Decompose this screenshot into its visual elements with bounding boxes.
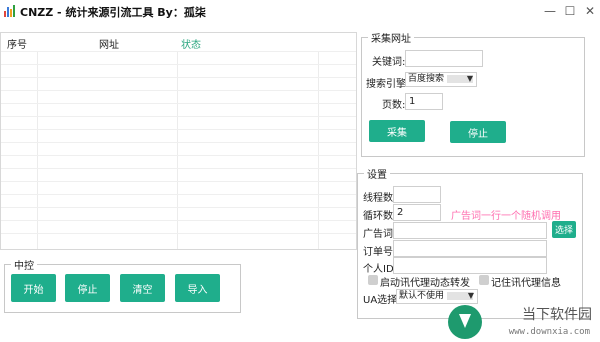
column-header-url[interactable]: 网址 [99, 36, 119, 51]
order-label: 订单号: [363, 247, 397, 258]
title-bar: CNZZ - 统计来源引流工具 By：孤柒 — ☐ ✕ [0, 0, 600, 22]
order-input[interactable] [393, 240, 547, 257]
chevron-down-icon: ▼ [466, 74, 473, 83]
window-title: CNZZ - 统计来源引流工具 By：孤柒 [20, 6, 206, 19]
personal-id-label: 个人ID: [363, 264, 398, 275]
row-divider [1, 220, 356, 221]
threads-input[interactable] [393, 186, 441, 203]
row-divider [1, 64, 356, 65]
row-divider [1, 181, 356, 182]
threads-label: 线程数: [363, 193, 397, 204]
engine-select-value: 百度搜索 [408, 74, 445, 84]
row-divider [1, 129, 356, 130]
collect-group-title: 采集网址 [371, 34, 411, 45]
row-divider [1, 155, 356, 156]
personal-id-input[interactable] [393, 257, 547, 274]
keyword-label: 关键词: [372, 57, 406, 68]
engine-label: 搜索引擎: [366, 79, 410, 90]
row-divider [1, 168, 356, 169]
collect-button[interactable]: 采集 [369, 120, 425, 142]
row-divider [1, 233, 356, 234]
row-divider [1, 207, 356, 208]
ad-input[interactable] [393, 222, 547, 239]
download-logo-icon [448, 305, 482, 339]
proxy-forward-checkbox[interactable] [368, 275, 378, 285]
close-button[interactable]: ✕ [582, 3, 598, 19]
clear-button[interactable]: 清空 [120, 274, 165, 302]
watermark-url: www.downxia.com [508, 327, 590, 337]
ua-select-value: 默认不使用 [399, 291, 445, 301]
remember-proxy-checkbox[interactable] [479, 275, 489, 285]
bar-chart-icon [4, 5, 16, 17]
row-divider [1, 90, 356, 91]
app-window: CNZZ - 统计来源引流工具 By：孤柒 — ☐ ✕ 序号 网址 状态 采集网… [0, 0, 600, 342]
watermark-brand: 当下软件园 [522, 307, 592, 323]
row-divider [1, 194, 356, 195]
ua-label: UA选择: [363, 295, 401, 306]
import-button[interactable]: 导入 [175, 274, 220, 302]
row-divider [1, 51, 356, 52]
settings-group-title: 设置 [367, 170, 387, 181]
chevron-down-icon: ▼ [467, 291, 474, 300]
column-header-index[interactable]: 序号 [7, 36, 27, 51]
pages-input[interactable]: 1 [405, 93, 443, 110]
start-button[interactable]: 开始 [11, 274, 56, 302]
select-button[interactable]: 选择 [552, 221, 576, 238]
proxy-forward-label: 启动讯代理动态转发 [380, 278, 470, 289]
engine-select[interactable]: 百度搜索 ▼ [405, 72, 477, 87]
ad-label: 广告词: [363, 229, 397, 240]
collect-stop-button[interactable]: 停止 [450, 121, 506, 143]
ad-hint-text: 广告词一行一个随机调用 [451, 211, 561, 222]
column-header-status[interactable]: 状态 [181, 36, 201, 51]
stop-button[interactable]: 停止 [65, 274, 110, 302]
loops-label: 循环数: [363, 211, 397, 222]
results-table[interactable]: 序号 网址 状态 [0, 32, 357, 250]
loops-input[interactable]: 2 [393, 204, 441, 221]
table-header: 序号 网址 状态 [1, 33, 356, 51]
maximize-button[interactable]: ☐ [562, 3, 578, 19]
row-divider [1, 116, 356, 117]
control-group-title: 中控 [14, 261, 34, 272]
pages-label: 页数: [382, 100, 406, 111]
ua-select[interactable]: 默认不使用 ▼ [396, 289, 478, 304]
keyword-input[interactable] [405, 50, 483, 67]
minimize-button[interactable]: — [542, 3, 558, 19]
row-divider [1, 103, 356, 104]
remember-proxy-label: 记住讯代理信息 [491, 278, 561, 289]
row-divider [1, 142, 356, 143]
row-divider [1, 77, 356, 78]
